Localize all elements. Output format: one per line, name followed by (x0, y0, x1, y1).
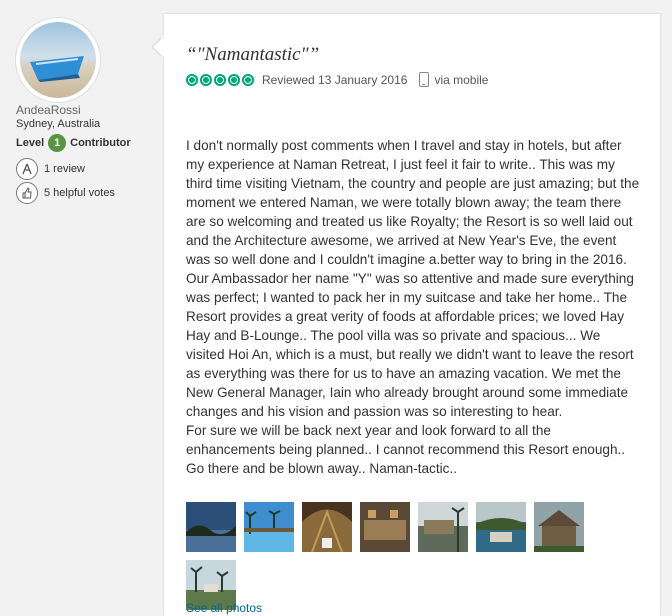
review-rating-row: Reviewed 13 January 2016 via mobile (186, 72, 488, 87)
rating-bubbles (186, 73, 256, 86)
review-card: “"Namantastic"” Reviewed 13 January 2016… (153, 14, 660, 616)
rating-bubble-icon (186, 73, 198, 86)
review-count-label: 1 review (44, 163, 85, 175)
reviewer-location: Sydney, Australia (16, 118, 101, 130)
rating-bubble-icon (214, 73, 226, 86)
boat-illustration (30, 56, 84, 82)
review-photo[interactable] (476, 502, 526, 552)
helpful-votes-icon (16, 182, 38, 204)
review-count-icon (16, 158, 38, 180)
see-all-photos-link[interactable]: See all photos (186, 601, 262, 615)
reviewed-date: Reviewed 13 January 2016 (262, 72, 408, 87)
via-mobile: via mobile (434, 72, 489, 87)
review-photo[interactable] (360, 502, 410, 552)
reviewer-sidebar: AndeaRossi Sydney, Australia Level 1 Con… (0, 0, 160, 616)
review-photo[interactable] (534, 502, 584, 552)
level-badge: 1 (48, 134, 67, 152)
avatar[interactable] (16, 18, 100, 102)
rating-bubble-icon (242, 73, 254, 86)
review-title[interactable]: “"Namantastic"” (186, 44, 319, 66)
mobile-phone-icon (419, 72, 430, 87)
review-count[interactable]: 1 review (16, 158, 85, 180)
avatar-image (20, 22, 96, 98)
review-photo[interactable] (302, 502, 352, 552)
helpful-votes[interactable]: 5 helpful votes (16, 182, 115, 204)
rating-bubble-icon (200, 73, 212, 86)
level-prefix: Level (16, 137, 45, 149)
contributor-level: Level 1 Contributor (16, 134, 131, 152)
review-photo[interactable] (244, 502, 294, 552)
review-photo[interactable] (418, 502, 468, 552)
review-body: I don't normally post comments when I tr… (186, 138, 640, 476)
review-photo[interactable] (186, 502, 236, 552)
rating-bubble-icon (228, 73, 240, 86)
level-suffix: Contributor (70, 137, 131, 149)
reviewer-username[interactable]: AndeaRossi (16, 103, 81, 117)
helpful-votes-label: 5 helpful votes (44, 187, 115, 199)
